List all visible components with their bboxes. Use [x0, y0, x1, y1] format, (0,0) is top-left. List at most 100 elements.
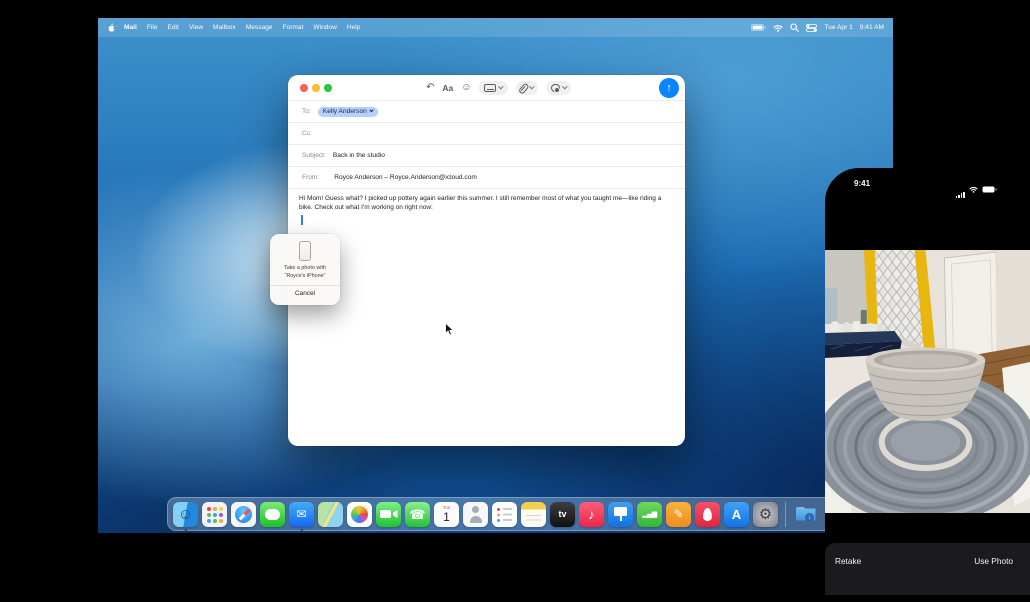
safari-icon: [231, 502, 256, 527]
search-icon[interactable]: [790, 23, 799, 32]
dock-keynote[interactable]: [608, 497, 633, 531]
menu-bar: Mail File Edit View Mailbox Message Format Wind…: [98, 18, 893, 37]
dock-music[interactable]: ♪: [579, 497, 604, 531]
menu-date[interactable]: Tue Apr 1: [824, 24, 852, 31]
compose-titlebar: ↶ Aa ☺ ↑: [288, 75, 685, 101]
photo-browser-button[interactable]: [479, 81, 508, 95]
pages-icon: ✎: [666, 502, 691, 527]
dock-photos[interactable]: [347, 497, 372, 531]
dock-settings[interactable]: ⚙: [753, 497, 778, 531]
minimize-window-button[interactable]: [312, 84, 320, 92]
menu-file[interactable]: File: [147, 24, 158, 31]
menu-message[interactable]: Message: [246, 24, 273, 31]
notes-icon: [521, 502, 546, 527]
contacts-icon: [463, 502, 488, 527]
recipient-token[interactable]: Kelly Anderson: [318, 107, 378, 117]
numbers-icon: ▂▄▆: [637, 502, 662, 527]
dock-pages[interactable]: ✎: [666, 497, 691, 531]
cellular-signal-icon: [956, 192, 965, 198]
screen: Mail File Edit View Mailbox Message Format Wind…: [0, 0, 1030, 602]
finder-icon: ☺: [173, 502, 198, 527]
menu-mailbox[interactable]: Mailbox: [213, 24, 236, 31]
mail-icon: ✉: [289, 502, 314, 527]
dock-tv[interactable]: tv: [550, 497, 575, 531]
dock-messages[interactable]: [260, 497, 285, 531]
control-center-icon[interactable]: [806, 24, 817, 32]
downloads-icon: [793, 502, 818, 527]
photo-browser-icon: [484, 84, 496, 93]
cancel-button[interactable]: Cancel: [295, 286, 315, 297]
insert-from-iphone-icon: [551, 84, 560, 93]
dock-separator: [785, 502, 786, 527]
dock-numbers[interactable]: ▂▄▆: [637, 497, 662, 531]
rocket-icon: [695, 502, 720, 527]
menu-edit[interactable]: Edit: [167, 24, 178, 31]
mail-compose-window: ↶ Aa ☺ ↑: [288, 75, 685, 446]
subject-value: Back in the studio: [333, 152, 385, 159]
subject-field-row[interactable]: Subject: Back in the studio: [288, 145, 685, 167]
message-body[interactable]: Hi Mom! Guess what? I picked up pottery …: [299, 194, 665, 212]
menu-items: Mail File Edit View Mailbox Message Format Wind…: [124, 24, 360, 31]
dock: ☺ ✉ ☎Tue1 tv♪ ▂▄▆✎ A⚙: [167, 497, 853, 531]
format-icon[interactable]: Aa: [442, 83, 453, 93]
dock-launchpad[interactable]: [202, 497, 227, 531]
menu-window[interactable]: Window: [313, 24, 336, 31]
menu-mail[interactable]: Mail: [124, 24, 137, 31]
to-field-row[interactable]: To: Kelly Anderson: [288, 101, 685, 123]
music-icon: ♪: [579, 502, 604, 527]
iphone-icon: [299, 241, 311, 261]
menu-help[interactable]: Help: [347, 24, 361, 31]
dock-downloads[interactable]: [793, 497, 818, 531]
dock-appstore[interactable]: A: [724, 497, 749, 531]
popup-title-line1: Take a photo with: [284, 265, 326, 273]
dock-mail[interactable]: ✉: [289, 497, 314, 531]
running-indicator: [184, 529, 187, 532]
dock-maps[interactable]: [318, 497, 343, 531]
use-photo-button[interactable]: Use Photo: [974, 556, 1013, 595]
dock-safari[interactable]: [231, 497, 256, 531]
dock-reminders[interactable]: [492, 497, 517, 531]
emoji-icon[interactable]: ☺: [461, 83, 471, 93]
popup-title-line2: “Royce's iPhone”: [284, 273, 326, 281]
phone-icon: ☎: [405, 502, 430, 527]
camera-action-bar: Retake Use Photo: [825, 543, 1030, 595]
retake-button[interactable]: Retake: [835, 556, 861, 595]
battery-icon[interactable]: [751, 24, 766, 31]
dock-facetime[interactable]: [376, 497, 401, 531]
iphone-mirror: 9:41: [825, 168, 1030, 602]
attach-file-button[interactable]: [516, 81, 538, 95]
dock-notes[interactable]: [521, 497, 546, 531]
to-label: To:: [302, 108, 311, 115]
dock-calendar[interactable]: Tue1: [434, 497, 459, 531]
dock-rocket[interactable]: [695, 497, 720, 531]
menu-time[interactable]: 9:41 AM: [860, 24, 884, 31]
battery-icon: [982, 180, 997, 198]
tv-icon: tv: [550, 502, 575, 527]
facetime-icon: [376, 502, 401, 527]
send-button[interactable]: ↑: [659, 78, 679, 98]
menu-format[interactable]: Format: [283, 24, 304, 31]
chevron-down-icon: [529, 84, 534, 89]
close-window-button[interactable]: [300, 84, 308, 92]
from-value: Royce Anderson – Royce.Anderson@icloud.c…: [334, 174, 477, 181]
zoom-window-button[interactable]: [324, 84, 332, 92]
maps-icon: [318, 502, 343, 527]
wifi-icon[interactable]: [773, 24, 783, 32]
appstore-icon: A: [724, 502, 749, 527]
keynote-icon: [608, 502, 633, 527]
from-field-row[interactable]: From: Royce Anderson – Royce.Anderson@ic…: [288, 167, 685, 189]
cc-field-row[interactable]: Cc:: [288, 123, 685, 145]
menu-view[interactable]: View: [189, 24, 203, 31]
dock-phone[interactable]: ☎: [405, 497, 430, 531]
dock-contacts[interactable]: [463, 497, 488, 531]
insert-from-device-button[interactable]: [546, 81, 571, 95]
subject-label: Subject:: [302, 152, 326, 159]
continuity-camera-popup: Take a photo with “Royce's iPhone” Cance…: [270, 234, 340, 305]
dock-finder[interactable]: ☺: [173, 497, 198, 531]
apple-menu-icon[interactable]: [107, 23, 115, 32]
recipient-name: Kelly Anderson: [323, 108, 367, 115]
running-indicator: [300, 529, 303, 532]
iphone-status-icons: [956, 180, 997, 198]
undo-icon[interactable]: ↶: [426, 83, 434, 93]
photos-icon: [347, 502, 372, 527]
